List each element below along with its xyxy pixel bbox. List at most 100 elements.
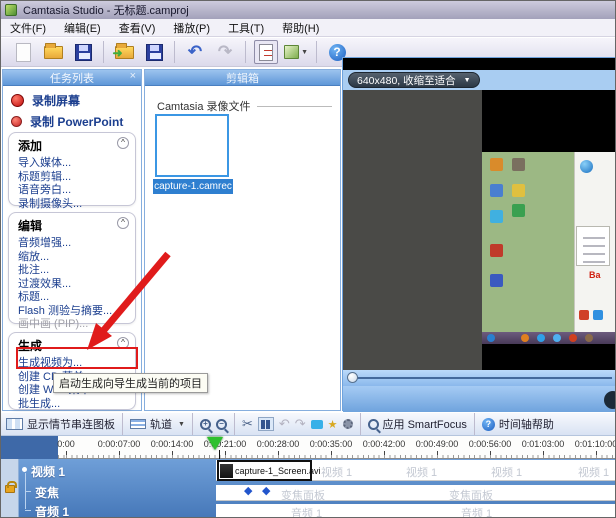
- clip-group-label: Camtasia 录像文件: [157, 98, 251, 114]
- split-button[interactable]: [258, 417, 274, 431]
- seek-knob[interactable]: [347, 372, 358, 383]
- link-captions[interactable]: 标题...: [18, 291, 135, 305]
- gear-icon: [343, 419, 353, 429]
- taskbar-icon: [521, 334, 529, 342]
- settings-tool-button[interactable]: [343, 419, 353, 429]
- import-arrow-icon: ➜: [113, 46, 123, 60]
- zoom-out-icon: −: [216, 419, 227, 430]
- playhead-marker[interactable]: [207, 437, 223, 450]
- link-flash-quiz[interactable]: Flash 测验与摘要...: [18, 305, 135, 319]
- desktop-icon: [490, 244, 503, 257]
- collapse-chevron-icon[interactable]: ^: [117, 217, 129, 229]
- preview-browser-window: Ba: [574, 152, 616, 332]
- import-folder-icon: ➜: [115, 46, 134, 59]
- link-import-media[interactable]: 导入媒体...: [18, 157, 135, 171]
- show-storyboard-button[interactable]: 显示情节串连图板: [6, 416, 115, 432]
- clip-filename: capture-1_Screen.avi: [235, 466, 321, 476]
- desktop-icon: [490, 274, 503, 287]
- link-audio-enhance[interactable]: 音频增强...: [18, 237, 135, 251]
- desktop-icon: [490, 184, 503, 197]
- preview-size-label: 640x480, 收缩至适合: [357, 73, 456, 88]
- import-media-button[interactable]: ➜: [112, 40, 136, 64]
- track-lock-column: [1, 459, 19, 518]
- new-project-button[interactable]: [11, 40, 35, 64]
- menu-file[interactable]: 文件(F): [1, 18, 55, 38]
- chevron-down-icon: ▼: [464, 77, 471, 84]
- clip-bin-panel: 剪辑箱 Camtasia 录像文件 capture-1.camrec: [144, 69, 341, 411]
- preview-panel: 640x480, 收缩至适合 ▼ Ba: [342, 57, 616, 411]
- link-record-camera[interactable]: 录制摄像头...: [18, 198, 135, 212]
- ruler-label: 0:00:28:00: [257, 439, 300, 449]
- show-notes-button[interactable]: ▼: [284, 40, 308, 64]
- zoom-in-button[interactable]: +: [200, 419, 211, 430]
- menu-play[interactable]: 播放(P): [164, 18, 219, 38]
- zoom-out-button[interactable]: −: [216, 419, 227, 430]
- lock-icon[interactable]: [5, 485, 15, 493]
- ghost-label: 视频 1: [491, 464, 522, 480]
- preview-seek-bar[interactable]: [343, 370, 616, 386]
- link-voice-narration[interactable]: 语音旁白...: [18, 184, 135, 198]
- preview-taskbar: [482, 332, 616, 344]
- audio-track[interactable]: 音频 1 音频 1: [216, 504, 616, 518]
- zoom-in-icon: +: [200, 419, 211, 430]
- undo-icon: ↶: [188, 42, 202, 62]
- timeline-section: 显示情节串连图板 轨道 ▼ + − ✂ ↶ ↷ ★ 应用 SmartFocus: [1, 413, 616, 518]
- menu-view[interactable]: 查看(V): [110, 18, 165, 38]
- preview-size-selector[interactable]: 640x480, 收缩至适合 ▼: [348, 72, 480, 88]
- toolbar-separator: [234, 413, 235, 435]
- show-task-list-button[interactable]: [254, 40, 278, 64]
- play-button[interactable]: [604, 391, 616, 409]
- zoom-track[interactable]: ◆ ◆ 变焦面板 变焦面板: [216, 485, 616, 501]
- split-icon: [258, 417, 274, 431]
- app-icon: [5, 4, 17, 16]
- link-batch-produce[interactable]: 批生成...: [18, 398, 135, 412]
- disabled-redo-icon: ↷: [295, 416, 306, 432]
- save-project-button[interactable]: [71, 40, 95, 64]
- camtasia-window: Camtasia Studio - 无标题.camproj 文件(F) 编辑(E…: [0, 0, 616, 518]
- menu-help[interactable]: 帮助(H): [273, 18, 328, 38]
- task-list-title: 任务列表: [50, 70, 94, 86]
- record-powerpoint-item[interactable]: 录制 PowerPoint: [11, 113, 123, 130]
- taskbar-icon: [537, 334, 545, 342]
- edit-section: 编辑 ^ 音频增强... 缩放... 批注... 过渡效果... 标题... F…: [8, 212, 136, 324]
- speech-bubble-icon: [311, 420, 323, 429]
- open-project-button[interactable]: [41, 40, 65, 64]
- track-tree-line: [25, 510, 31, 511]
- marker-tool-button[interactable]: ★: [328, 418, 338, 431]
- link-zoom[interactable]: 缩放...: [18, 251, 135, 265]
- collapse-chevron-icon[interactable]: ^: [117, 137, 129, 149]
- keyframe-diamond-icon[interactable]: ◆: [244, 486, 252, 497]
- redo-button[interactable]: ↷: [213, 40, 237, 64]
- cut-button[interactable]: ✂: [242, 416, 253, 432]
- record-powerpoint-label: 录制 PowerPoint: [30, 113, 123, 130]
- callout-tool-button[interactable]: [311, 420, 323, 429]
- close-icon[interactable]: ×: [130, 70, 136, 82]
- desktop-icon: [512, 204, 525, 217]
- audio-track-label: 音频 1: [35, 503, 69, 518]
- ghost-label: 视频 1: [406, 464, 437, 480]
- group-divider: [257, 106, 332, 107]
- ruler-label: 0:00: [57, 439, 75, 449]
- timeline-ruler[interactable]: 0:00 0:00:07:00 0:00:14:00 0:00:21:00 0:…: [1, 436, 616, 459]
- undo-button[interactable]: ↶: [183, 40, 207, 64]
- tracks-dropdown-button[interactable]: 轨道 ▼: [130, 416, 185, 432]
- clip-name-label[interactable]: capture-1.camrec: [153, 179, 233, 194]
- save-as-button[interactable]: [142, 40, 166, 64]
- timeline-help-label: 时间轴帮助: [499, 416, 554, 432]
- apply-smartfocus-button[interactable]: 应用 SmartFocus: [368, 416, 467, 432]
- link-transitions[interactable]: 过渡效果...: [18, 278, 135, 292]
- link-callouts[interactable]: 批注...: [18, 264, 135, 278]
- clip-thumbnail[interactable]: [155, 114, 229, 177]
- timeline-clip[interactable]: capture-1_Screen.avi: [217, 460, 312, 481]
- redo-icon: ↷: [218, 42, 232, 62]
- link-title-clip[interactable]: 标题剪辑...: [18, 171, 135, 185]
- timeline-help-button[interactable]: ? 时间轴帮助: [482, 416, 554, 432]
- browser-tray-icon: [579, 310, 589, 320]
- record-screen-item[interactable]: 录制屏幕: [11, 92, 80, 109]
- menu-edit[interactable]: 编辑(E): [55, 18, 110, 38]
- keyframe-diamond-icon[interactable]: ◆: [262, 486, 270, 497]
- toolbar-separator: [122, 413, 123, 435]
- menu-tools[interactable]: 工具(T): [219, 18, 273, 38]
- video-track[interactable]: capture-1_Screen.avi 视频 1 视频 1 视频 1 视频 1: [216, 460, 616, 481]
- taskbar-icon: [585, 334, 593, 342]
